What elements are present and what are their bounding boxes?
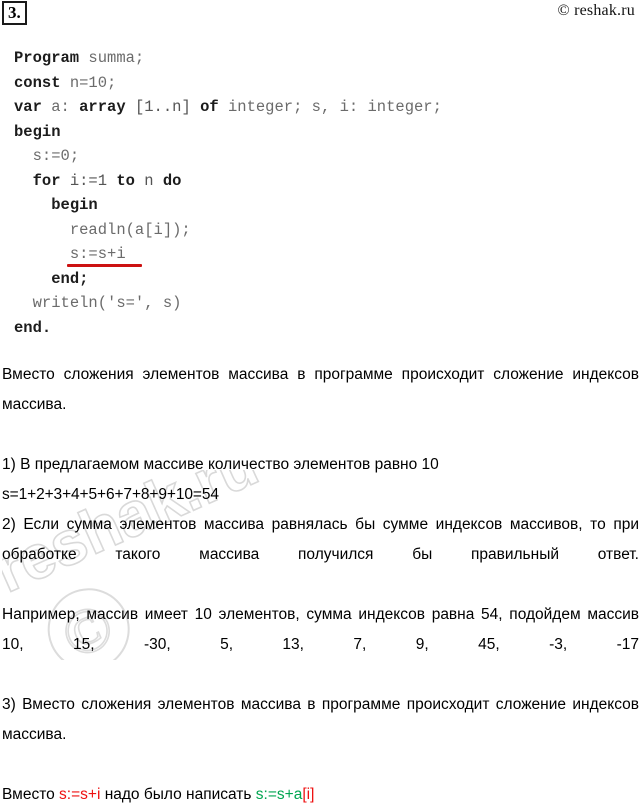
paragraph-example: Например, массив имеет 10 элементов, сум… [2,606,639,653]
paragraph-item2: 2) Если сумма элементов массива равнялас… [2,516,639,563]
paragraph-intro: Вместо сложения элементов массива в прог… [2,366,639,413]
code-line: Program summa; [14,46,614,71]
code-token: s:=0; [32,147,80,165]
highlighted-code-token: s:=s+i [69,245,126,263]
code-token: array [79,98,135,116]
code-line: readln(a[i]); [14,218,614,243]
code-token: summa; [88,49,145,67]
code-line: for i:=1 to n do [14,169,614,194]
task-number-badge: 3. [2,1,27,25]
code-line: end. [14,316,614,341]
fix-correct-code: s:=s+a [255,786,303,803]
code-line: begin [14,120,614,145]
code-token: i:=1 [69,171,117,190]
code-token: n [144,171,163,190]
code-token: end. [14,318,52,337]
fix-wrong-code: s:=s+i [59,786,101,803]
code-token: readln(a[i]); [69,220,191,239]
code-line: var a: array [1..n] of integer; s, i: in… [14,95,614,120]
explanation-text: Вместо сложения элементов массива в прог… [2,360,639,810]
code-token: for [32,171,70,190]
code-token: end; [51,269,89,288]
paragraph-item3: 3) Вместо сложения элементов массива в п… [2,696,639,743]
fix-middle: надо было написать [100,786,256,803]
code-token: var [14,98,52,116]
paragraph-fix: Вместо s:=s+i надо было написать s:=s+a[… [2,780,639,810]
code-token: [1..n] [134,98,201,116]
code-token: Program [14,49,89,67]
code-token: begin [51,196,98,214]
code-token: integer; s, i: integer; [227,98,442,116]
copyright-watermark: © reshak.ru [557,2,635,19]
paragraph-item1-sum: s=1+2+3+4+5+6+7+8+9+10=54 [2,486,219,503]
fix-prefix: Вместо [2,786,60,803]
code-line: s:=0; [14,144,614,169]
code-token: n=10; [69,73,117,92]
code-token: writeln('s=', s) [32,294,182,312]
code-token: do [162,171,182,190]
code-token: of [200,98,228,116]
code-line: s:=s+i [14,242,614,267]
code-line: begin [14,193,614,218]
code-listing: Program summa; const n=10; var a: array [1… [14,46,614,340]
code-line: end; [14,267,614,292]
code-token: const [14,73,70,92]
code-line: writeln('s=', s) [14,291,614,316]
code-token: to [116,171,145,190]
paragraph-item1-title: 1) В предлагаемом массиве количество эле… [2,456,439,473]
code-token: a: [51,98,80,116]
code-line: const n=10; [14,71,614,96]
fix-correct-index: [i] [302,786,315,803]
code-token: begin [14,122,61,141]
